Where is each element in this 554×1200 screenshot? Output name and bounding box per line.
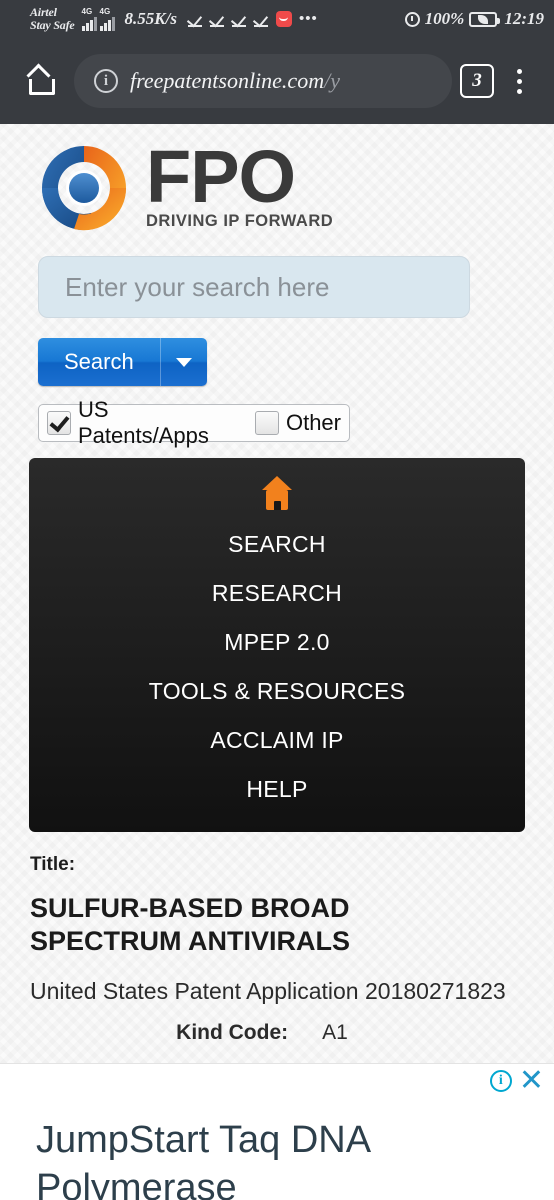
carrier-label: Airtel Stay Safe xyxy=(30,6,75,32)
ad-controls: i ✕ xyxy=(489,1066,544,1096)
url-path: /y xyxy=(324,68,340,93)
clock-label: 12:19 xyxy=(504,9,544,28)
network-type-label-sim1: 4G xyxy=(81,6,93,16)
signal-icon-sim1: 4G xyxy=(81,6,97,31)
check-icon xyxy=(231,12,247,27)
page-title: SULFUR-BASED BROAD SPECTRUM ANTIVIRALS xyxy=(30,893,351,956)
kebab-menu-icon[interactable] xyxy=(502,68,536,94)
fpo-swirl-svg xyxy=(42,146,127,231)
checkbox-other-label: Other xyxy=(285,410,341,435)
notification-icons: ••• xyxy=(187,10,318,27)
check-icon xyxy=(209,12,225,27)
network-type-label-sim2: 4G xyxy=(99,6,111,16)
logo-text: FPO xyxy=(146,135,296,218)
tab-count-label: 3 xyxy=(472,70,482,91)
patent-kind-code-value: A1 xyxy=(322,1021,348,1044)
search-button[interactable]: Search xyxy=(38,338,207,386)
patent-details: Title: SULFUR-BASED BROAD SPECTRUM ANTIV… xyxy=(0,832,554,1045)
nav-item-tools-resources[interactable]: TOOLS & RESOURCES xyxy=(29,667,525,716)
home-icon xyxy=(26,63,57,95)
nav-item-search[interactable]: SEARCH xyxy=(29,520,525,569)
advertisement[interactable]: i ✕ JumpStart Taq DNA Polymerase xyxy=(0,1063,554,1200)
status-bar-right: 100% 12:19 xyxy=(404,9,544,29)
status-bar: Airtel Stay Safe 4G 4G 8.55K/s ••• 100% … xyxy=(0,0,554,38)
url-host: freepatentsonline.com xyxy=(130,68,325,93)
close-icon[interactable]: ✕ xyxy=(519,1066,544,1096)
battery-percent-label: 100% xyxy=(424,9,465,28)
ad-headline[interactable]: JumpStart Taq DNA Polymerase xyxy=(36,1116,456,1200)
network-speed-label: 8.55K/s xyxy=(124,9,177,28)
more-notifications-ellipsis: ••• xyxy=(298,10,318,27)
nav-item-help[interactable]: HELP xyxy=(29,765,525,814)
signal-icon-sim2: 4G xyxy=(99,6,115,31)
patent-application-number: United States Patent Application 2018027… xyxy=(30,978,506,1004)
patent-kind-code-label: Kind Code: xyxy=(176,1021,289,1044)
address-bar[interactable]: i freepatentsonline.com/y xyxy=(74,54,452,108)
red-app-icon xyxy=(275,11,292,27)
site-logo[interactable]: FPO DRIVING IP FORWARD xyxy=(0,124,554,236)
patent-kind-code-row: Kind Code: A1 xyxy=(30,1021,554,1045)
search-input-placeholder: Enter your search here xyxy=(65,271,330,302)
home-icon[interactable] xyxy=(256,476,298,510)
nav-item-research[interactable]: RESEARCH xyxy=(29,569,525,618)
search-button-label: Search xyxy=(64,349,134,374)
nav-item-mpep[interactable]: MPEP 2.0 xyxy=(29,618,525,667)
check-icon xyxy=(187,12,203,27)
url-text: freepatentsonline.com/y xyxy=(130,68,340,94)
carrier-tagline: Stay Safe xyxy=(30,18,75,32)
logo-wordmark: FPO DRIVING IP FORWARD xyxy=(146,135,334,231)
checkbox-us-patents-label: US Patents/Apps xyxy=(78,397,209,448)
search-input[interactable]: Enter your search here xyxy=(38,256,470,318)
fpo-swirl-logo-icon xyxy=(34,140,134,236)
check-icon xyxy=(253,12,269,27)
chevron-down-icon[interactable] xyxy=(161,338,207,386)
browser-toolbar: i freepatentsonline.com/y 3 xyxy=(0,38,554,124)
adchoices-info-icon[interactable]: i xyxy=(489,1070,512,1092)
search-button-row: Search xyxy=(38,338,554,386)
checkbox-other[interactable] xyxy=(254,411,279,435)
browser-home-button[interactable] xyxy=(18,57,66,105)
info-icon[interactable]: i xyxy=(94,69,118,93)
nav-item-acclaim-ip[interactable]: ACCLAIM IP xyxy=(29,716,525,765)
logo-tagline: DRIVING IP FORWARD xyxy=(146,212,334,230)
search-scope-group: US Patents/Apps Other xyxy=(38,397,350,448)
signal-indicators: 4G 4G xyxy=(81,6,115,31)
alarm-clock-icon xyxy=(404,11,420,27)
patent-title-label: Title: xyxy=(30,854,76,875)
tab-switcher-button[interactable]: 3 xyxy=(460,64,494,98)
checkbox-us-patents[interactable] xyxy=(47,411,71,435)
battery-icon xyxy=(469,11,501,27)
page-content: FPO DRIVING IP FORWARD Enter your search… xyxy=(0,124,554,1200)
main-navigation: SEARCH RESEARCH MPEP 2.0 TOOLS & RESOURC… xyxy=(29,458,525,832)
